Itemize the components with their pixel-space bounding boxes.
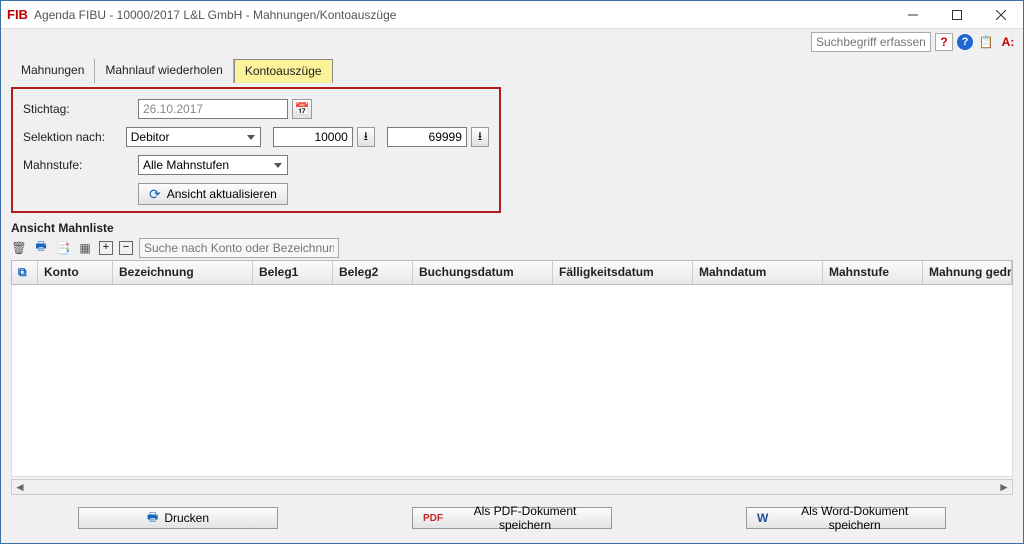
tab-mahnlauf-wiederholen[interactable]: Mahnlauf wiederholen bbox=[95, 59, 233, 83]
horizontal-scrollbar[interactable]: ◄ ► bbox=[11, 479, 1013, 495]
row-selektion: Selektion nach: Debitor ⭳ ⭳ bbox=[23, 127, 489, 147]
stichtag-label: Stichtag: bbox=[23, 102, 138, 116]
grid-header: ⧉ Konto Bezeichnung Beleg1 Beleg2 Buchun… bbox=[11, 260, 1013, 285]
save-pdf-label: Als PDF-Dokument speichern bbox=[449, 504, 601, 532]
grid-icon[interactable]: ▦ bbox=[77, 241, 93, 255]
calendar-icon: 📅 bbox=[295, 102, 310, 116]
grid-body[interactable] bbox=[11, 285, 1013, 477]
column-beleg1[interactable]: Beleg1 bbox=[253, 261, 333, 284]
list-toolbar: 🗑 🖶 📑 ▦ + − bbox=[11, 237, 1013, 258]
tab-mahnungen[interactable]: Mahnungen bbox=[11, 59, 95, 83]
selektion-label: Selektion nach: bbox=[23, 130, 126, 144]
range-to-input[interactable] bbox=[387, 127, 467, 147]
refresh-label: Ansicht aktualisieren bbox=[167, 187, 277, 201]
toolbar: ? ? 📋 A: bbox=[1, 29, 1023, 55]
tree-icon: ⧉ bbox=[18, 265, 27, 279]
range-from-pick-button[interactable]: ⭳ bbox=[357, 127, 375, 147]
print-icon[interactable]: 🖶 bbox=[33, 237, 49, 258]
collapse-all-button[interactable]: − bbox=[119, 241, 133, 255]
row-refresh: ⟳ Ansicht aktualisieren bbox=[138, 183, 489, 205]
list-title: Ansicht Mahnliste bbox=[11, 221, 1013, 235]
column-mahndatum[interactable]: Mahndatum bbox=[693, 261, 823, 284]
refresh-button[interactable]: ⟳ Ansicht aktualisieren bbox=[138, 183, 288, 205]
selektion-value: Debitor bbox=[131, 130, 170, 144]
scroll-right-icon[interactable]: ► bbox=[996, 480, 1012, 494]
mahnstufe-value: Alle Mahnstufen bbox=[143, 158, 229, 172]
mahnstufe-select[interactable]: Alle Mahnstufen bbox=[138, 155, 288, 175]
tab-kontoauszuege[interactable]: Kontoauszüge bbox=[234, 59, 333, 83]
grid: ⧉ Konto Bezeichnung Beleg1 Beleg2 Buchun… bbox=[11, 260, 1013, 497]
row-stichtag: Stichtag: 📅 bbox=[23, 99, 489, 119]
font-a-icon[interactable]: A: bbox=[999, 33, 1017, 51]
maximize-icon bbox=[952, 10, 962, 20]
pdf-icon: PDF bbox=[423, 513, 443, 524]
window-title: Agenda FIBU - 10000/2017 L&L GmbH - Mahn… bbox=[34, 8, 891, 22]
column-beleg2[interactable]: Beleg2 bbox=[333, 261, 413, 284]
column-bezeichnung[interactable]: Bezeichnung bbox=[113, 261, 253, 284]
column-mahnstufe[interactable]: Mahnstufe bbox=[823, 261, 923, 284]
down-arrow-icon: ⭳ bbox=[478, 127, 482, 148]
copy-icon[interactable]: 📑 bbox=[55, 241, 71, 255]
range-from-input[interactable] bbox=[273, 127, 353, 147]
minimize-button[interactable] bbox=[891, 1, 935, 29]
refresh-icon: ⟳ bbox=[149, 186, 161, 203]
help-icon[interactable]: ? bbox=[957, 34, 973, 50]
calendar-button[interactable]: 📅 bbox=[292, 99, 312, 119]
column-buchungsdatum[interactable]: Buchungsdatum bbox=[413, 261, 553, 284]
help-warning-icon[interactable]: ? bbox=[935, 33, 953, 51]
mahnstufe-label: Mahnstufe: bbox=[23, 158, 138, 172]
save-word-button[interactable]: W Als Word-Dokument speichern bbox=[746, 507, 946, 529]
save-word-label: Als Word-Dokument speichern bbox=[774, 504, 935, 532]
close-icon bbox=[996, 10, 1006, 20]
expand-all-button[interactable]: + bbox=[99, 241, 113, 255]
printer-icon: 🖶 bbox=[147, 508, 158, 529]
delete-icon[interactable]: 🗑 bbox=[11, 241, 27, 255]
column-tree[interactable]: ⧉ bbox=[12, 261, 38, 284]
tab-bar: Mahnungen Mahnlauf wiederholen Kontoausz… bbox=[1, 55, 1023, 83]
app-logo: FIB bbox=[7, 7, 28, 22]
column-konto[interactable]: Konto bbox=[38, 261, 113, 284]
column-faelligkeitsdatum[interactable]: Fälligkeitsdatum bbox=[553, 261, 693, 284]
footer: 🖶 Drucken PDF Als PDF-Dokument speichern… bbox=[1, 497, 1023, 543]
selektion-select[interactable]: Debitor bbox=[126, 127, 261, 147]
column-mahnung-gedruckt[interactable]: Mahnung gedruckt bbox=[923, 261, 1012, 284]
save-pdf-button[interactable]: PDF Als PDF-Dokument speichern bbox=[412, 507, 612, 529]
print-label: Drucken bbox=[164, 511, 209, 525]
close-button[interactable] bbox=[979, 1, 1023, 29]
stichtag-input[interactable] bbox=[138, 99, 288, 119]
clipboard-icon[interactable]: 📋 bbox=[977, 33, 995, 51]
maximize-button[interactable] bbox=[935, 1, 979, 29]
filter-form: Stichtag: 📅 Selektion nach: Debitor ⭳ ⭳ … bbox=[11, 87, 501, 213]
row-mahnstufe: Mahnstufe: Alle Mahnstufen bbox=[23, 155, 489, 175]
down-arrow-icon: ⭳ bbox=[364, 127, 368, 148]
titlebar: FIB Agenda FIBU - 10000/2017 L&L GmbH - … bbox=[1, 1, 1023, 29]
minimize-icon bbox=[908, 10, 918, 20]
search-input[interactable] bbox=[811, 32, 931, 52]
window: FIB Agenda FIBU - 10000/2017 L&L GmbH - … bbox=[0, 0, 1024, 544]
word-icon: W bbox=[757, 511, 768, 525]
range-to-pick-button[interactable]: ⭳ bbox=[471, 127, 489, 147]
print-button[interactable]: 🖶 Drucken bbox=[78, 507, 278, 529]
list-filter-input[interactable] bbox=[139, 238, 339, 258]
scroll-left-icon[interactable]: ◄ bbox=[12, 480, 28, 494]
